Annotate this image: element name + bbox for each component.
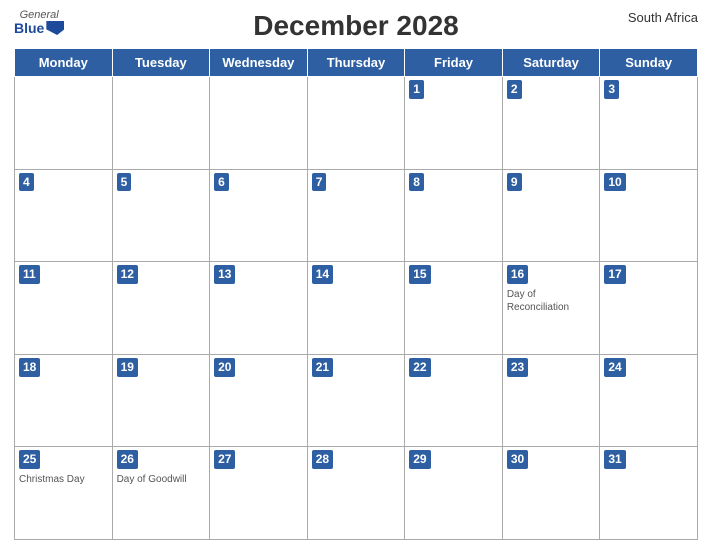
week-row-3: 11 12 13 14 15 16 Day of Reconciliation 17 [15, 262, 698, 355]
cell-w3-d5: 15 [405, 262, 503, 355]
week-row-1: 1 2 3 [15, 77, 698, 170]
cell-w5-d3: 27 [210, 447, 308, 540]
cell-w3-d2: 12 [112, 262, 210, 355]
cell-w3-d7: 17 [600, 262, 698, 355]
calendar-body: 12345678910111213141516Day of Reconcilia… [15, 77, 698, 540]
cell-w2-d3: 6 [210, 169, 308, 262]
cell-w4-d2: 19 [112, 354, 210, 447]
cell-w5-d4: 28 [307, 447, 405, 540]
cell-w2-d4: 7 [307, 169, 405, 262]
cell-w4-d3: 20 [210, 354, 308, 447]
holiday-text-16: Day of Reconciliation [507, 288, 596, 314]
cell-w2-d2: 5 [112, 169, 210, 262]
logo: General Blue [14, 10, 64, 35]
week-row-2: 4 5 6 7 8 9 10 [15, 169, 698, 262]
header-monday: Monday [15, 49, 113, 77]
day-number-25: 25 [19, 450, 40, 469]
cell-w2-d1: 4 [15, 169, 113, 262]
country-label: South Africa [628, 10, 698, 25]
cell-w2-d6: 9 [502, 169, 600, 262]
cell-w2-d5: 8 [405, 169, 503, 262]
day-number-23: 23 [507, 358, 528, 377]
cell-w4-d6: 23 [502, 354, 600, 447]
day-number-15: 15 [409, 265, 430, 284]
cell-w1-d5: 1 [405, 77, 503, 170]
day-number-7: 7 [312, 173, 327, 192]
header-wednesday: Wednesday [210, 49, 308, 77]
day-number-10: 10 [604, 173, 625, 192]
day-number-31: 31 [604, 450, 625, 469]
day-number-21: 21 [312, 358, 333, 377]
calendar-header: General Blue December 2028 South Africa [14, 10, 698, 42]
cell-w3-d1: 11 [15, 262, 113, 355]
day-number-30: 30 [507, 450, 528, 469]
cell-w5-d6: 30 [502, 447, 600, 540]
header-tuesday: Tuesday [112, 49, 210, 77]
day-number-4: 4 [19, 173, 34, 192]
day-number-27: 27 [214, 450, 235, 469]
cell-w1-d3 [210, 77, 308, 170]
day-number-18: 18 [19, 358, 40, 377]
day-number-17: 17 [604, 265, 625, 284]
cell-w3-d3: 13 [210, 262, 308, 355]
day-number-26: 26 [117, 450, 138, 469]
cell-w1-d4 [307, 77, 405, 170]
day-number-14: 14 [312, 265, 333, 284]
cell-w1-d6: 2 [502, 77, 600, 170]
day-number-9: 9 [507, 173, 522, 192]
day-number-24: 24 [604, 358, 625, 377]
cell-w5-d2: 26 Day of Goodwill [112, 447, 210, 540]
day-number-19: 19 [117, 358, 138, 377]
day-number-8: 8 [409, 173, 424, 192]
cell-w5-d5: 29 [405, 447, 503, 540]
logo-icon [46, 21, 64, 35]
logo-blue-text: Blue [14, 21, 44, 35]
header-friday: Friday [405, 49, 503, 77]
day-number-16: 16 [507, 265, 528, 284]
day-number-12: 12 [117, 265, 138, 284]
header-saturday: Saturday [502, 49, 600, 77]
header-thursday: Thursday [307, 49, 405, 77]
cell-w1-d1 [15, 77, 113, 170]
month-title: December 2028 [253, 10, 458, 42]
header-sunday: Sunday [600, 49, 698, 77]
week-row-4: 18 19 20 21 22 23 24 [15, 354, 698, 447]
day-number-1: 1 [409, 80, 424, 99]
day-number-13: 13 [214, 265, 235, 284]
cell-w1-d2 [112, 77, 210, 170]
day-number-28: 28 [312, 450, 333, 469]
cell-w3-d4: 14 [307, 262, 405, 355]
holiday-text-26: Day of Goodwill [117, 473, 206, 486]
day-number-6: 6 [214, 173, 229, 192]
cell-w5-d1: 25 Christmas Day [15, 447, 113, 540]
week-row-5: 25 Christmas Day 26 Day of Goodwill 27 28 29 30… [15, 447, 698, 540]
calendar-table: Monday Tuesday Wednesday Thursday Friday… [14, 48, 698, 540]
day-headers-row: Monday Tuesday Wednesday Thursday Friday… [15, 49, 698, 77]
cell-w5-d7: 31 [600, 447, 698, 540]
day-number-20: 20 [214, 358, 235, 377]
cell-w4-d4: 21 [307, 354, 405, 447]
holiday-text-25: Christmas Day [19, 473, 108, 486]
day-number-3: 3 [604, 80, 619, 99]
day-number-2: 2 [507, 80, 522, 99]
day-number-5: 5 [117, 173, 132, 192]
cell-w4-d5: 22 [405, 354, 503, 447]
cell-w3-d6: 16 Day of Reconciliation [502, 262, 600, 355]
cell-w1-d7: 3 [600, 77, 698, 170]
day-number-29: 29 [409, 450, 430, 469]
cell-w2-d7: 10 [600, 169, 698, 262]
cell-w4-d1: 18 [15, 354, 113, 447]
day-number-22: 22 [409, 358, 430, 377]
calendar-container: General Blue December 2028 South Africa … [0, 0, 712, 550]
cell-w4-d7: 24 [600, 354, 698, 447]
day-number-11: 11 [19, 265, 40, 284]
